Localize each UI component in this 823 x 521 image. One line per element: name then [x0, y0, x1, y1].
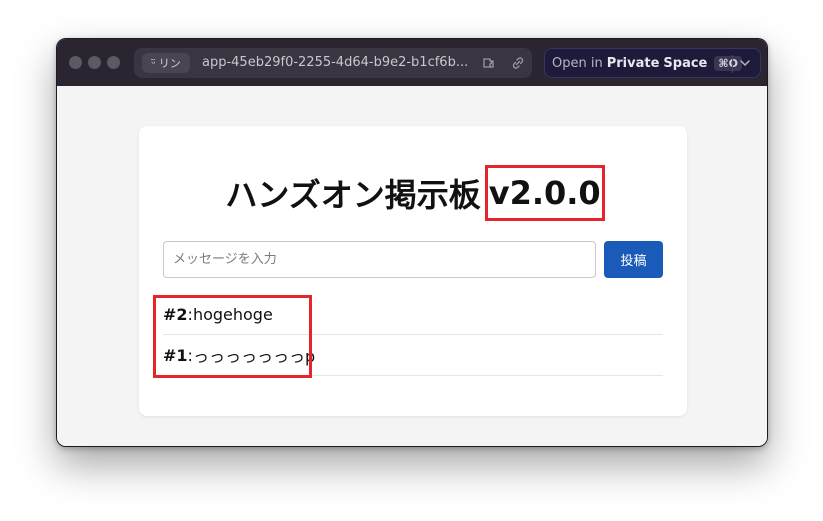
link-icon[interactable]: [509, 54, 527, 72]
post-number: #1: [163, 345, 188, 365]
profile-label: リン: [158, 57, 181, 70]
post-number: #2: [163, 304, 188, 324]
url-text[interactable]: app-45eb29f0-2255-4d64-b9e2-b1cf6b...: [202, 55, 472, 70]
post-text: っっっっっっっp: [192, 347, 316, 366]
message-input[interactable]: [163, 241, 596, 278]
page-content: ハンズオン掲示板 v2.0.0 投稿 #2: hogehoge #1: っっっっ…: [57, 86, 767, 446]
close-window-button[interactable]: [69, 56, 82, 69]
zoom-window-button[interactable]: [107, 56, 120, 69]
address-bar[interactable]: ᵕ̈ リン app-45eb29f0-2255-4d64-b9e2-b1cf6b…: [134, 48, 532, 78]
shortcut-badge: ⌘O: [714, 55, 742, 71]
browser-titlebar: ᵕ̈ リン app-45eb29f0-2255-4d64-b9e2-b1cf6b…: [57, 39, 767, 86]
board-card: ハンズオン掲示板 v2.0.0 投稿 #2: hogehoge #1: っっっっ…: [139, 126, 687, 416]
open-in-label: Open in: [552, 55, 603, 71]
post-item: #2: hogehoge: [163, 294, 663, 335]
browser-window: ᵕ̈ リン app-45eb29f0-2255-4d64-b9e2-b1cf6b…: [56, 38, 768, 447]
board-title: ハンズオン掲示板: [225, 176, 481, 214]
space-label: Space: [663, 55, 708, 71]
private-label: Private: [606, 55, 660, 71]
minimize-window-button[interactable]: [88, 56, 101, 69]
post-text: hogehoge: [192, 304, 273, 324]
version-label: v2.0.0: [488, 174, 601, 212]
post-item: #1: っっっっっっっp: [163, 335, 663, 376]
post-button[interactable]: 投稿: [604, 241, 663, 278]
profile-pill[interactable]: ᵕ̈ リン: [142, 53, 190, 73]
smiley-icon: ᵕ̈: [151, 56, 156, 70]
post-list: #2: hogehoge #1: っっっっっっっp: [163, 294, 663, 376]
page-title: ハンズオン掲示板 v2.0.0: [139, 171, 687, 215]
open-in-private-space-button[interactable]: Open in Private Space ⌘O: [544, 48, 761, 78]
chevron-down-icon[interactable]: [739, 56, 751, 74]
extension-icon[interactable]: [480, 54, 498, 72]
divider: [732, 55, 733, 73]
